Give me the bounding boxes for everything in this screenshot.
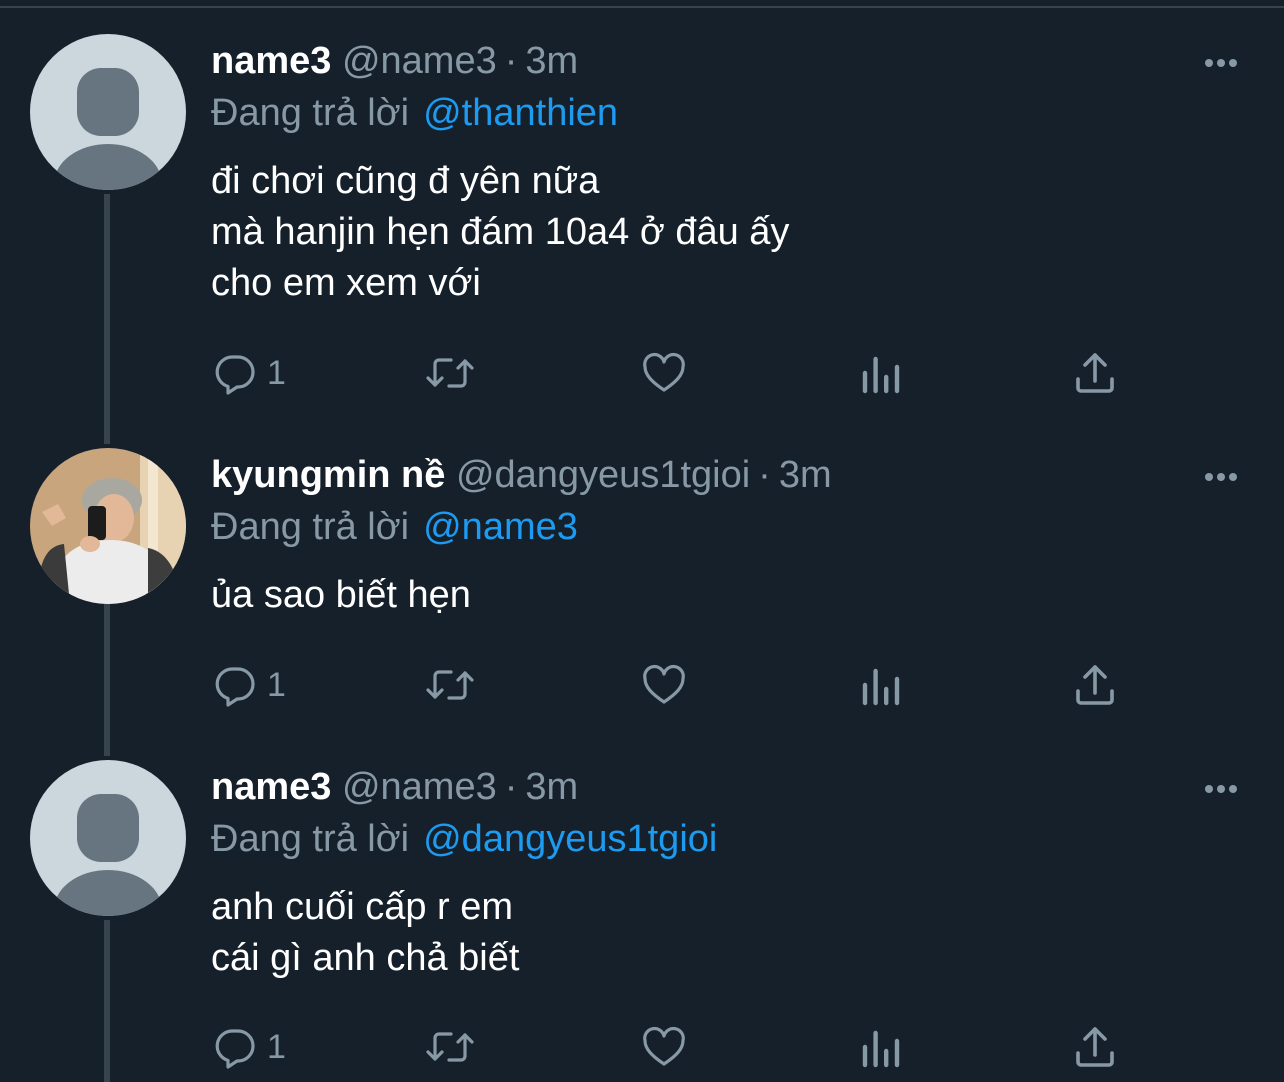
share-button[interactable]: [1071, 1022, 1119, 1072]
share-button[interactable]: [1071, 660, 1119, 710]
display-name[interactable]: kyungmin nề: [211, 454, 445, 496]
default-avatar-icon[interactable]: [30, 34, 186, 190]
tweet-text: ủa sao biết hẹn: [211, 574, 471, 616]
timestamp[interactable]: 3m: [525, 40, 578, 82]
reply-count: 1: [267, 665, 286, 704]
reply-count: 1: [267, 353, 286, 392]
reply-icon: [215, 1029, 255, 1069]
like-button[interactable]: [639, 660, 689, 710]
reply-label: Đang trả lời: [211, 506, 410, 548]
like-icon: [643, 1026, 685, 1066]
user-handle[interactable]: @name3: [342, 40, 497, 82]
thread-connector: [104, 194, 110, 444]
retweet-button[interactable]: [423, 1022, 477, 1072]
more-options-icon[interactable]: [1196, 48, 1246, 78]
reply-label: Đang trả lời: [211, 92, 410, 134]
reply-to-handle[interactable]: @name3: [423, 506, 578, 548]
share-button[interactable]: [1071, 348, 1119, 398]
thread-connector: [104, 604, 110, 756]
analytics-button[interactable]: [859, 1022, 903, 1072]
retweet-icon: [426, 358, 474, 388]
like-button[interactable]: [639, 1022, 689, 1072]
tweet-text: anh cuối cấp r em cái gì anh chả biết: [211, 886, 520, 979]
share-icon: [1076, 1027, 1114, 1067]
display-name[interactable]: name3: [211, 766, 331, 808]
share-icon: [1076, 353, 1114, 393]
display-name[interactable]: name3: [211, 40, 331, 82]
reply-label: Đang trả lời: [211, 818, 410, 860]
reply-to-handle[interactable]: @thanthien: [423, 92, 618, 134]
thread-connector: [104, 920, 110, 1082]
like-icon: [643, 352, 685, 392]
reply-icon: [215, 667, 255, 707]
separator: ·: [504, 766, 518, 808]
tweet-text: đi chơi cũng đ yên nữa mà hanjin hẹn đám…: [211, 160, 790, 304]
separator: ·: [758, 454, 771, 496]
default-avatar-icon[interactable]: [30, 760, 186, 916]
analytics-icon: [862, 356, 900, 394]
like-button[interactable]: [639, 348, 689, 398]
conversation-thread: name3 @name3 · 3m Đang trả lời @thanthien đ…: [0, 0, 1284, 1082]
share-icon: [1076, 665, 1114, 705]
tweet-actions: 1: [211, 660, 1131, 710]
timestamp[interactable]: 3m: [779, 454, 832, 496]
reply-button[interactable]: 1: [211, 348, 286, 398]
tweet-actions: 1: [211, 348, 1131, 398]
reply-to-handle[interactable]: @dangyeus1tgioi: [423, 818, 717, 860]
analytics-icon: [862, 668, 900, 706]
timestamp[interactable]: 3m: [525, 766, 578, 808]
photo-avatar[interactable]: [30, 448, 186, 604]
tweet-actions: 1: [211, 1022, 1131, 1072]
tweet[interactable]: name3 @name3 · 3m Đang trả lời @dangyeus1tg…: [0, 760, 1284, 1082]
user-handle[interactable]: @name3: [342, 766, 497, 808]
retweet-icon: [426, 670, 474, 700]
more-options-icon[interactable]: [1196, 462, 1246, 492]
retweet-icon: [426, 1032, 474, 1062]
reply-icon: [215, 355, 255, 395]
reply-count: 1: [267, 1027, 286, 1066]
reply-button[interactable]: 1: [211, 1022, 286, 1072]
top-divider: [0, 0, 1284, 8]
user-handle[interactable]: @dangyeus1tgioi: [456, 454, 750, 496]
like-icon: [643, 664, 685, 704]
retweet-button[interactable]: [423, 348, 477, 398]
retweet-button[interactable]: [423, 660, 477, 710]
analytics-icon: [862, 1030, 900, 1068]
more-options-icon[interactable]: [1196, 774, 1246, 804]
analytics-button[interactable]: [859, 348, 903, 398]
separator: ·: [504, 40, 518, 82]
reply-button[interactable]: 1: [211, 660, 286, 710]
tweet[interactable]: kyungmin nề @dangyeus1tgioi · 3m Đang trả …: [0, 448, 1284, 758]
analytics-button[interactable]: [859, 660, 903, 710]
tweet[interactable]: name3 @name3 · 3m Đang trả lời @thanthien đ…: [0, 34, 1284, 444]
